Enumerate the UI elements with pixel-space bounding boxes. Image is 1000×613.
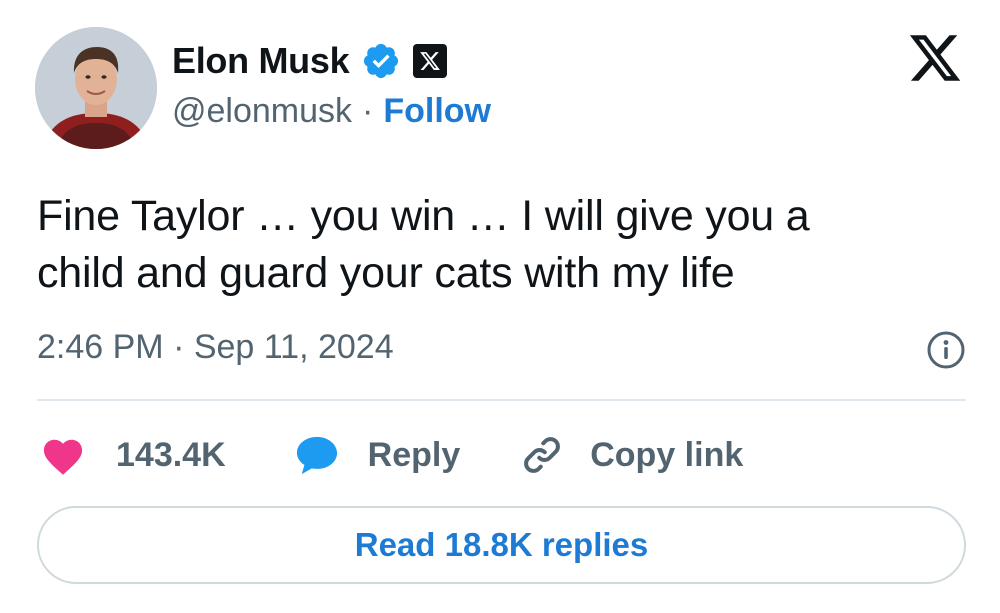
tweet-actions: 143.4K Reply Copy link	[40, 428, 743, 482]
divider	[37, 399, 966, 401]
link-icon	[524, 437, 561, 473]
tweet-text-line: child and guard your cats with my life	[37, 249, 735, 297]
avatar[interactable]	[35, 27, 157, 149]
read-replies-button[interactable]: Read 18.8K replies	[37, 506, 966, 584]
copy-link-button[interactable]: Copy link	[520, 433, 743, 477]
copy-link-label: Copy link	[590, 435, 744, 474]
author-handle[interactable]: @elonmusk	[172, 92, 352, 131]
author-name-row: Elon Musk	[172, 38, 448, 84]
author-handle-row: @elonmusk · Follow	[172, 92, 491, 131]
reply-bubble-icon	[296, 436, 337, 475]
heart-icon	[43, 439, 83, 475]
info-icon[interactable]	[926, 330, 966, 370]
tweet-text: Fine Taylor … you win … I will give you …	[37, 188, 937, 302]
like-count: 143.4K	[116, 435, 226, 474]
x-logo-icon	[413, 44, 448, 78]
like-button[interactable]: 143.4K	[40, 434, 226, 476]
author-display-name[interactable]: Elon Musk	[172, 40, 350, 82]
reply-button[interactable]: Reply	[294, 434, 461, 476]
x-logo-icon[interactable]	[906, 30, 964, 86]
tweet-timestamp[interactable]: 2:46 PM · Sep 11, 2024	[37, 328, 394, 367]
reply-label: Reply	[367, 435, 461, 474]
separator-dot: ·	[362, 92, 374, 130]
tweet-text-line: Fine Taylor … you win … I will give you …	[37, 192, 810, 240]
verified-badge-icon	[364, 43, 399, 79]
follow-button[interactable]: Follow	[383, 92, 491, 131]
avatar-image	[35, 27, 157, 149]
